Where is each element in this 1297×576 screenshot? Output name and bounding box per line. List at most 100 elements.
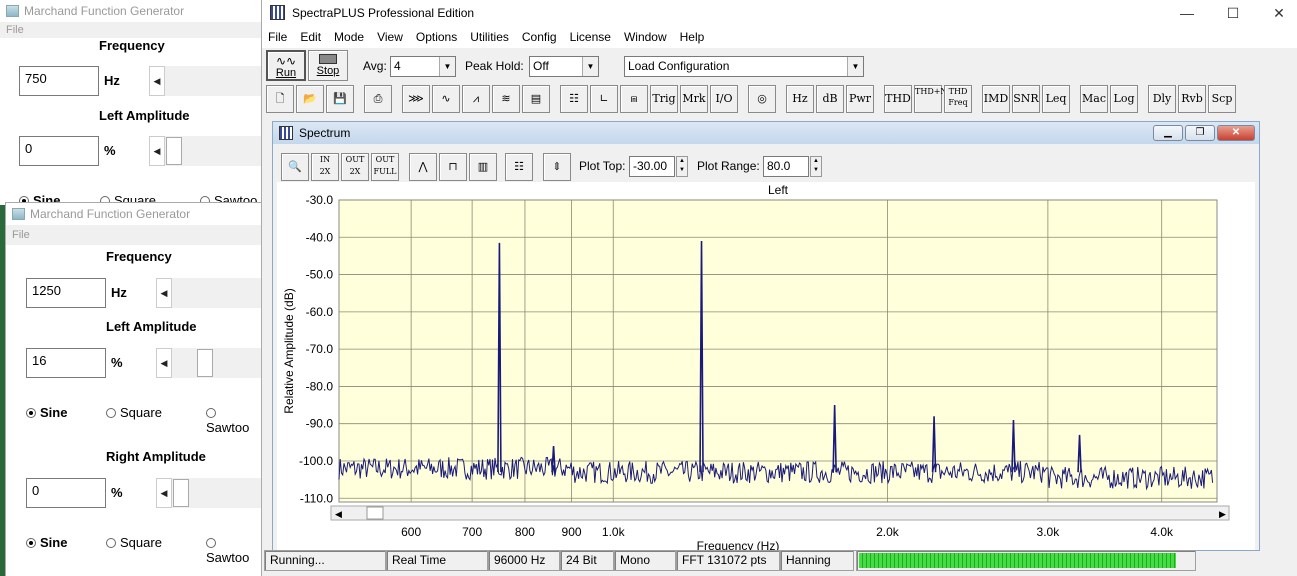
frequency-slider[interactable]: ◀: [156, 278, 262, 308]
right-wave-sine-radio[interactable]: Sine: [26, 535, 67, 550]
print-icon[interactable]: ⎙: [364, 85, 392, 113]
left-wave-sine-radio[interactable]: Sine: [26, 405, 67, 420]
minimize-icon[interactable]: ▁: [1153, 125, 1183, 141]
dly-button[interactable]: Dly: [1148, 85, 1176, 113]
snr-button[interactable]: SNR: [1012, 85, 1040, 113]
title-bar[interactable]: Marchand Function Generator: [6, 203, 262, 225]
menu-window[interactable]: Window: [624, 30, 667, 44]
left-amplitude-input[interactable]: 0: [19, 136, 99, 166]
slider-left-arrow-icon[interactable]: ◀: [149, 66, 165, 96]
spectrum-title-bar[interactable]: Spectrum ▁ ❐ ✕: [273, 122, 1259, 144]
restore-icon[interactable]: ❐: [1185, 125, 1215, 141]
forward-icon[interactable]: ⋙: [402, 85, 430, 113]
run-button[interactable]: ∿∿ Run: [266, 50, 306, 81]
title-bar[interactable]: Marchand Function Generator: [0, 0, 262, 22]
title-bar[interactable]: SpectraPLUS Professional Edition — ☐ ✕: [262, 0, 1297, 26]
table-icon[interactable]: ☷: [505, 153, 533, 181]
chevron-down-icon[interactable]: ▼: [439, 57, 455, 76]
slope-icon[interactable]: ⩘: [462, 85, 490, 113]
thd-button[interactable]: THD: [884, 85, 912, 113]
generator-icon[interactable]: ◎: [748, 85, 776, 113]
peak-hold-select[interactable]: Off ▼: [529, 56, 599, 77]
slider-left-arrow-icon[interactable]: ◀: [149, 136, 165, 166]
menu-options[interactable]: Options: [416, 30, 457, 44]
frequency-input[interactable]: 1250: [26, 278, 106, 308]
menu-help[interactable]: Help: [680, 30, 705, 44]
close-icon[interactable]: ✕: [1217, 125, 1255, 141]
menu-license[interactable]: License: [570, 30, 611, 44]
new-file-icon[interactable]: 🗋: [266, 85, 294, 113]
menu-config[interactable]: Config: [522, 30, 557, 44]
slider-left-arrow-icon[interactable]: ◀: [156, 278, 172, 308]
spectrum-window: Spectrum ▁ ❐ ✕ 🔍 IN 2X OUT 2X OUT FULL ⋀ ⊓ …: [272, 121, 1260, 551]
open-folder-icon[interactable]: 📂: [296, 85, 324, 113]
pwr-button[interactable]: Pwr: [846, 85, 874, 113]
waterfall-icon[interactable]: ≋: [492, 85, 520, 113]
close-icon[interactable]: ✕: [1256, 0, 1297, 26]
chevron-down-icon[interactable]: ▼: [847, 57, 863, 76]
left-wave-square-radio[interactable]: Square: [106, 405, 162, 420]
frequency-input[interactable]: 750: [19, 66, 99, 96]
slider-thumb[interactable]: [173, 479, 189, 507]
frequency-slider[interactable]: ◀: [149, 66, 262, 96]
hz-button[interactable]: Hz: [786, 85, 814, 113]
maximize-icon[interactable]: ☐: [1210, 0, 1256, 26]
mac-button[interactable]: Mac: [1080, 85, 1108, 113]
menu-utilities[interactable]: Utilities: [470, 30, 509, 44]
log-button[interactable]: Log: [1110, 85, 1138, 113]
stop-icon: [319, 54, 337, 64]
left-wave-saw-radio[interactable]: Sawtoo: [206, 405, 262, 435]
zoom-out-2x-icon[interactable]: OUT 2X: [341, 153, 369, 181]
menu-view[interactable]: View: [377, 30, 403, 44]
menu-edit[interactable]: Edit: [300, 30, 321, 44]
menu-mode[interactable]: Mode: [334, 30, 364, 44]
minimize-icon[interactable]: —: [1164, 0, 1210, 26]
zoom-out-full-icon[interactable]: OUT FULL: [371, 153, 399, 181]
left-amplitude-input[interactable]: 16: [26, 348, 106, 378]
zoom-icon[interactable]: 🔍: [281, 153, 309, 181]
filter-icon[interactable]: ⩎: [620, 85, 648, 113]
io-button[interactable]: I/O: [710, 85, 738, 113]
menu-file[interactable]: File: [6, 225, 262, 245]
left-amplitude-slider[interactable]: ◀: [156, 348, 262, 378]
menu-file[interactable]: File: [0, 22, 262, 38]
plot-top-spinner[interactable]: ▲ ▼: [676, 156, 688, 177]
step-plot-icon[interactable]: ⊓: [439, 153, 467, 181]
zoom-in-2x-icon[interactable]: IN 2X: [311, 153, 339, 181]
db-button[interactable]: dB: [816, 85, 844, 113]
line-plot-icon[interactable]: ⋀: [409, 153, 437, 181]
rvb-button[interactable]: Rvb: [1178, 85, 1206, 113]
scp-button[interactable]: Scp: [1208, 85, 1236, 113]
autoscale-icon[interactable]: ⇕: [543, 153, 571, 181]
slider-thumb[interactable]: [166, 137, 182, 165]
right-wave-square-radio[interactable]: Square: [106, 535, 162, 550]
imd-button[interactable]: IMD: [982, 85, 1010, 113]
spectrum-plot[interactable]: Left -30.0 -40.0 -50.0 -60.0 -70.0 -80.0 -90.0 -…: [277, 182, 1255, 550]
spectrogram-icon[interactable]: ▤: [522, 85, 550, 113]
slider-thumb[interactable]: [197, 349, 213, 377]
thdn-button[interactable]: THD+N: [914, 85, 947, 113]
right-amplitude-slider[interactable]: ◀: [156, 478, 262, 508]
waveform-icon[interactable]: ∿: [432, 85, 460, 113]
menu-file[interactable]: File: [268, 30, 287, 44]
left-amplitude-slider[interactable]: ◀: [149, 136, 262, 166]
table-icon[interactable]: ☷: [560, 85, 588, 113]
save-icon[interactable]: 💾: [326, 85, 354, 113]
plot-range-input[interactable]: 80.0: [763, 156, 809, 177]
slider-left-arrow-icon[interactable]: ◀: [156, 478, 172, 508]
right-wave-saw-radio[interactable]: Sawtoo: [206, 535, 262, 565]
bar-plot-icon[interactable]: ▥: [469, 153, 497, 181]
avg-select[interactable]: 4 ▼: [390, 56, 456, 77]
axis-icon[interactable]: ∟: [590, 85, 618, 113]
thdfreq-button[interactable]: THD Freq: [944, 85, 972, 113]
chevron-down-icon[interactable]: ▼: [582, 57, 598, 76]
configuration-select[interactable]: Load Configuration ▼: [624, 56, 864, 77]
stop-button[interactable]: Stop: [308, 50, 348, 81]
plot-top-input[interactable]: -30.00: [629, 156, 675, 177]
right-amplitude-input[interactable]: 0: [26, 478, 106, 508]
plot-range-spinner[interactable]: ▲ ▼: [810, 156, 822, 177]
mrk-button[interactable]: Mrk: [680, 85, 708, 113]
leq-button[interactable]: Leq: [1042, 85, 1070, 113]
slider-left-arrow-icon[interactable]: ◀: [156, 348, 172, 378]
trig-button[interactable]: Trig: [650, 85, 678, 113]
